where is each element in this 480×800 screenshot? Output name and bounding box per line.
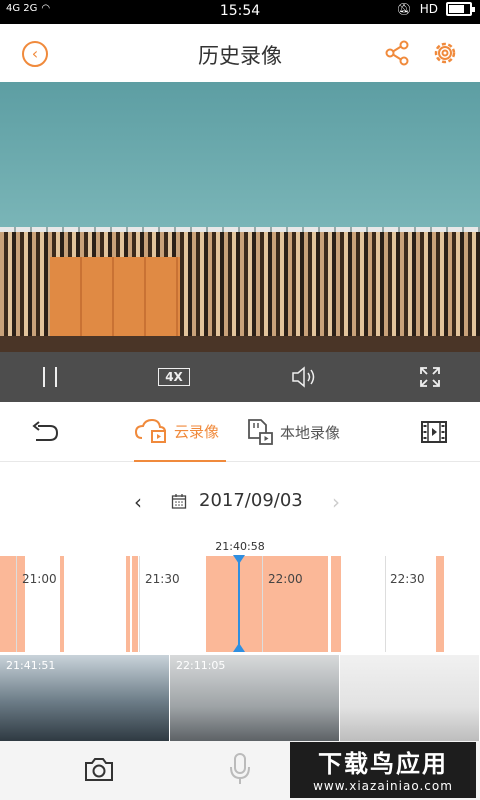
share-icon[interactable] [384,40,410,66]
recording-segment [331,556,341,652]
selected-date[interactable]: 2017/09/03 [199,490,303,511]
tab-local-recording[interactable]: 本地录像 [246,402,356,462]
recording-segment [60,556,64,652]
fullscreen-icon [420,367,440,387]
header: ‹ 历史录像 [0,24,480,82]
recording-segment [0,556,25,652]
fullscreen-button[interactable] [410,352,450,402]
tab-cloud-label: 云录像 [174,422,220,441]
volume-button[interactable] [284,352,324,402]
timeline-cursor-bottom-marker [233,643,245,652]
recording-segment [132,556,138,652]
mute-icon: 🔕︎ [396,2,412,16]
video-frame-sky [0,82,480,232]
tab-local-label: 本地录像 [280,423,341,442]
timeline-tick-label: 21:00 [22,572,57,586]
clip-time: 22:11:05 [176,659,226,672]
playback-controls: 4X [0,352,480,402]
call-hd-label: HD [419,2,438,16]
status-bar: 4G 2G ◠ 15:54 🔕︎ HD [0,0,480,24]
video-frame-floor [0,336,480,352]
film-icon[interactable] [420,419,448,445]
pause-button[interactable] [30,352,70,402]
timeline-cursor[interactable] [238,556,240,652]
watermark-url: www.xiazainiao.com [313,779,453,793]
battery-icon [446,2,475,16]
timeline-cursor-top-marker [233,555,245,564]
cloud-play-icon [134,418,166,443]
previous-day-button[interactable]: ‹ [134,490,142,514]
timeline-tick-label: 22:00 [268,572,303,586]
clip-thumbnail[interactable] [340,655,480,741]
sd-card-play-icon [248,419,273,445]
timeline-tick-line [262,556,263,652]
video-player[interactable] [0,82,480,352]
timeline-tick-label: 22:30 [390,572,425,586]
clip-thumbnail[interactable]: 21:41:51 [0,655,170,741]
status-right: 🔕︎ HD [396,2,475,16]
microphone-icon[interactable] [229,752,251,786]
recording-segment [126,556,130,652]
watermark: 下载鸟应用 www.xiazainiao.com [290,742,476,798]
timeline-tick-line [385,556,386,652]
pause-bar-left [43,367,45,387]
clip-time: 21:41:51 [6,659,56,672]
next-day-button[interactable]: › [332,490,340,514]
speed-button[interactable]: 4X [154,352,194,402]
timeline[interactable]: 21:40:58 21:00 21:30 22:00 22:30 [0,538,480,654]
clip-thumbnail[interactable]: 22:11:05 [170,655,340,741]
timeline-tick-line [139,556,140,652]
recording-segment [206,556,328,652]
speaker-icon [292,366,315,388]
tab-cloud-recording[interactable]: 云录像 [134,402,226,462]
clip-thumbnails: 21:41:51 22:11:05 [0,655,480,741]
watermark-title: 下载鸟应用 [318,750,448,778]
record-source-tabs: 云录像 本地录像 [0,402,480,462]
timeline-tick-label: 21:30 [145,572,180,586]
speed-label: 4X [158,368,190,386]
camera-icon[interactable] [83,755,115,783]
calendar-icon[interactable] [171,493,187,509]
timeline-track[interactable]: 21:00 21:30 22:00 22:30 [0,556,480,652]
gear-icon[interactable] [431,39,459,67]
timeline-tick-line [16,556,17,652]
undo-icon[interactable] [30,420,60,446]
timeline-cursor-time: 21:40:58 [215,540,265,553]
pause-bar-right [55,367,57,387]
date-selector: ‹ 2017/09/03 › [0,480,480,524]
recording-segment [436,556,444,652]
